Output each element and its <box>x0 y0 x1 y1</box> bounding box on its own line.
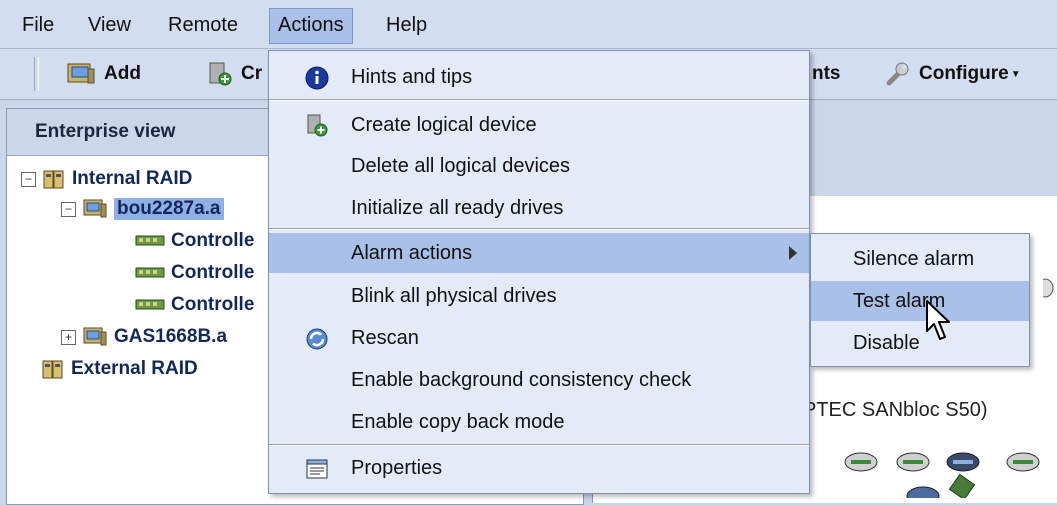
menu-item-silence-alarm[interactable]: Silence alarm <box>811 239 1029 279</box>
menu-item-initialize-all-ready-drives[interactable]: Initialize all ready drives <box>269 188 809 228</box>
menu-item-label: Rescan <box>351 326 419 349</box>
alarm-actions-submenu: Silence alarm Test alarm Disable <box>810 233 1030 367</box>
add-button[interactable]: Add <box>66 57 141 91</box>
device-icon <box>1043 273 1055 303</box>
enclosure-icon <box>41 358 65 380</box>
expand-icon[interactable]: + <box>61 329 76 345</box>
menu-item-label: Create logical device <box>351 113 537 136</box>
menu-file-label: File <box>22 14 55 36</box>
enclosure-icon <box>42 168 66 190</box>
menu-item-enable-copy-back-mode[interactable]: Enable copy back mode <box>269 402 809 442</box>
menu-item-alarm-actions[interactable]: Alarm actions <box>269 233 809 273</box>
menu-item-label: Alarm actions <box>351 241 473 264</box>
tree-label: Controlle <box>171 230 255 251</box>
tree-label: bou2287a.a <box>114 198 224 220</box>
configure-button[interactable]: Configure ▼ <box>883 57 1021 91</box>
tree-label: GAS1668B.a <box>114 326 228 347</box>
submenu-arrow-icon <box>789 246 797 260</box>
tree-node-host1[interactable]: − bou2287a.a <box>61 195 224 223</box>
enclosure-label: PTEC SANbloc S50) <box>803 399 988 421</box>
tree-label: Controlle <box>171 294 255 315</box>
menu-item-delete-all-logical-devices[interactable]: Delete all logical devices <box>269 146 809 186</box>
tree-node-controller2[interactable]: Controlle <box>135 259 254 287</box>
tree-node-external-raid[interactable]: External RAID <box>41 355 198 383</box>
info-icon <box>305 66 329 90</box>
menu-help-label: Help <box>386 14 428 36</box>
menu-item-label: Properties <box>351 456 443 479</box>
menu-item-properties[interactable]: Properties <box>269 448 809 488</box>
wrench-icon <box>883 61 911 87</box>
tree-node-controller1[interactable]: Controlle <box>135 227 254 255</box>
menu-file[interactable]: File <box>14 8 62 42</box>
menu-remote[interactable]: Remote <box>160 8 246 42</box>
menu-item-create-logical-device[interactable]: Create logical device <box>269 105 809 145</box>
tree-node-internal-raid[interactable]: − Internal RAID <box>21 165 192 193</box>
menu-item-hints-and-tips[interactable]: Hints and tips <box>269 57 809 97</box>
controller-icon <box>135 234 165 248</box>
menu-separator <box>269 228 809 230</box>
create-button[interactable]: Cr <box>207 57 262 91</box>
tree-node-controller3[interactable]: Controlle <box>135 291 254 319</box>
menu-item-label: Enable copy back mode <box>351 410 565 433</box>
menu-item-disable[interactable]: Disable <box>811 323 1029 363</box>
create-button-label: Cr <box>241 63 263 84</box>
menu-view-label: View <box>88 14 131 36</box>
menu-help[interactable]: Help <box>378 8 435 42</box>
menu-actions-label: Actions <box>278 14 344 36</box>
create-device-icon <box>207 61 233 87</box>
rescan-icon <box>305 327 329 351</box>
server-icon <box>82 198 108 220</box>
drive-icon <box>1006 452 1040 472</box>
drive-icon <box>844 452 878 472</box>
server-icon <box>82 326 108 348</box>
menu-actions[interactable]: Actions <box>269 8 353 44</box>
enterprise-view-title: Enterprise view <box>35 121 176 142</box>
menu-item-label: Silence alarm <box>853 247 975 270</box>
events-button[interactable]: nts <box>812 57 841 91</box>
menu-item-rescan[interactable]: Rescan <box>269 318 809 358</box>
toolbar-grip <box>34 57 39 91</box>
controller-icon <box>135 298 165 312</box>
menu-item-label: Enable background consistency check <box>351 368 692 391</box>
menu-bar: File View Remote Actions Help <box>0 0 1057 49</box>
menu-item-blink-all-physical-drives[interactable]: Blink all physical drives <box>269 276 809 316</box>
menu-remote-label: Remote <box>168 14 239 36</box>
mouse-cursor-icon <box>925 299 955 343</box>
events-button-label: nts <box>812 63 841 84</box>
drive-icon <box>896 452 930 472</box>
menu-item-enable-background-consistency-check[interactable]: Enable background consistency check <box>269 360 809 400</box>
menu-separator <box>269 99 809 101</box>
controller-icon <box>135 266 165 280</box>
server-icon <box>66 61 96 87</box>
menu-item-test-alarm[interactable]: Test alarm <box>811 281 1029 321</box>
collapse-icon[interactable]: − <box>21 171 36 187</box>
tree-label: Controlle <box>171 262 255 283</box>
drive-icon <box>946 452 980 472</box>
menu-view[interactable]: View <box>80 8 139 42</box>
menu-separator <box>269 444 809 446</box>
menu-item-label: Hints and tips <box>351 65 473 88</box>
collapse-icon[interactable]: − <box>61 201 76 217</box>
drive-row <box>833 438 1057 498</box>
menu-item-label: Delete all logical devices <box>351 154 571 177</box>
add-button-label: Add <box>104 63 141 84</box>
menu-item-label: Disable <box>853 331 920 354</box>
menu-item-label: Blink all physical drives <box>351 284 557 307</box>
tree-label: External RAID <box>71 358 198 379</box>
drive-icon <box>906 486 940 498</box>
actions-menu: Hints and tips Create logical device Del… <box>268 50 810 494</box>
menu-item-label: Initialize all ready drives <box>351 196 564 219</box>
configure-button-label: Configure <box>919 63 1009 84</box>
controller-card-icon <box>948 473 976 498</box>
tree-node-host2[interactable]: + GAS1668B.a <box>61 323 227 351</box>
tree-label: Internal RAID <box>72 168 193 189</box>
properties-icon <box>305 457 329 481</box>
chevron-down-icon: ▼ <box>1010 68 1021 80</box>
create-device-icon <box>305 114 329 138</box>
